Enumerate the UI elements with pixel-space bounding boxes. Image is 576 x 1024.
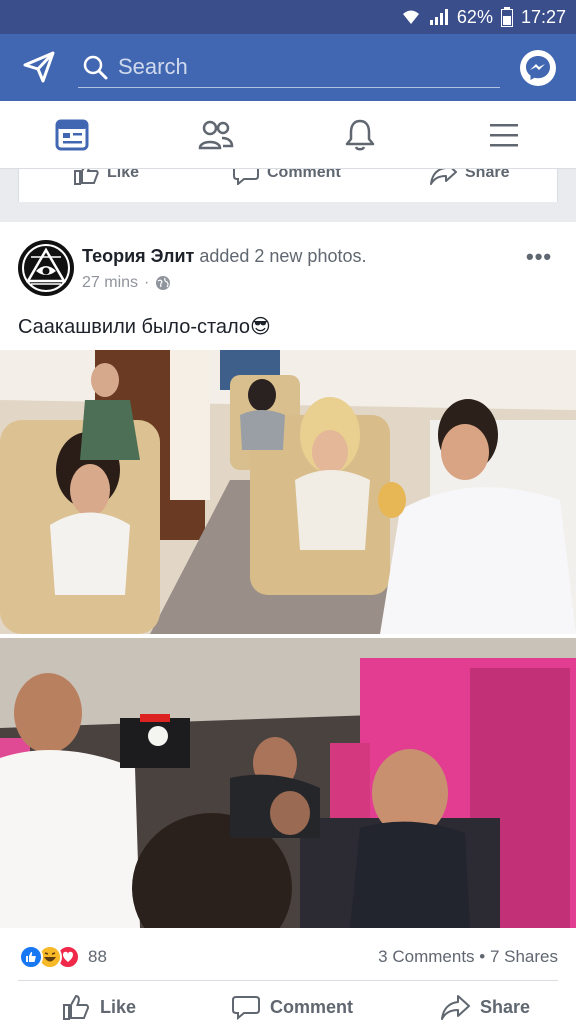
share-label: Share: [480, 996, 531, 1017]
status-bar: 62% 17:27: [0, 0, 576, 34]
post-actions: Like Comment Share: [0, 992, 576, 1024]
previous-post-actions: Like Comment Share: [18, 169, 558, 202]
comment-button[interactable]: Comment: [232, 994, 353, 1020]
news-feed-icon[interactable]: [54, 117, 90, 153]
clock: 17:27: [520, 6, 566, 27]
comment-label: Comment: [270, 996, 354, 1017]
friends-icon[interactable]: [198, 117, 234, 153]
post-caption: Саакашвили было-стало😎: [18, 316, 271, 338]
like-button[interactable]: Like: [62, 994, 136, 1020]
share-count[interactable]: 7 Shares: [490, 947, 558, 966]
messenger-icon[interactable]: [520, 50, 556, 86]
post-time[interactable]: 27 mins: [82, 274, 138, 292]
previous-share-button[interactable]: Share: [429, 169, 509, 185]
post-card: Теория Элит added 2 new photos. 27 mins …: [0, 222, 576, 1024]
post-action-text: added 2 new photos.: [194, 246, 367, 266]
reaction-icons: [19, 945, 80, 969]
post-meta: 27 mins ·: [82, 274, 171, 292]
comment-icon: [233, 169, 259, 185]
battery-icon: [500, 7, 513, 27]
tab-bar: [0, 101, 576, 169]
summary-separator: •: [474, 947, 490, 966]
like-label: Like: [100, 996, 137, 1017]
like-icon: [63, 994, 89, 1020]
signal-icon: [429, 8, 449, 26]
share-icon: [441, 995, 470, 1020]
comment-icon: [232, 996, 260, 1020]
search-input[interactable]: Search: [78, 46, 500, 88]
post-photo-2[interactable]: [0, 638, 576, 928]
wifi-icon: [401, 8, 421, 26]
meta-dot: ·: [144, 274, 150, 291]
previous-comment-label: Comment: [267, 169, 341, 181]
avatar[interactable]: [18, 240, 74, 296]
menu-icon[interactable]: [486, 117, 522, 153]
send-icon[interactable]: [22, 50, 56, 84]
previous-share-label: Share: [465, 169, 510, 181]
globe-icon: [156, 276, 171, 290]
reaction-count: 88: [88, 947, 107, 966]
notifications-icon[interactable]: [342, 117, 378, 153]
reactions-bar[interactable]: 88 3 Comments • 7 Shares: [18, 942, 558, 972]
search-icon: [82, 54, 108, 80]
post-author[interactable]: Теория Элит: [82, 246, 194, 266]
search-placeholder: Search: [118, 53, 188, 79]
previous-like-label: Like: [107, 169, 140, 181]
battery-percent: 62%: [456, 6, 493, 27]
like-icon: [74, 169, 99, 185]
comments-shares-summary[interactable]: 3 Comments • 7 Shares: [378, 947, 558, 967]
more-options-icon[interactable]: •••: [526, 244, 552, 270]
previous-like-button[interactable]: Like: [73, 169, 139, 185]
top-bar: Search: [0, 34, 576, 101]
post-photo-1[interactable]: [0, 350, 576, 634]
comment-count[interactable]: 3 Comments: [378, 947, 474, 966]
share-icon: [430, 169, 457, 185]
post-header: Теория Элит added 2 new photos.: [82, 246, 366, 267]
eye-triangle-icon: [22, 244, 70, 292]
previous-comment-button[interactable]: Comment: [233, 169, 341, 185]
divider: [18, 980, 558, 981]
share-button[interactable]: Share: [440, 994, 530, 1020]
